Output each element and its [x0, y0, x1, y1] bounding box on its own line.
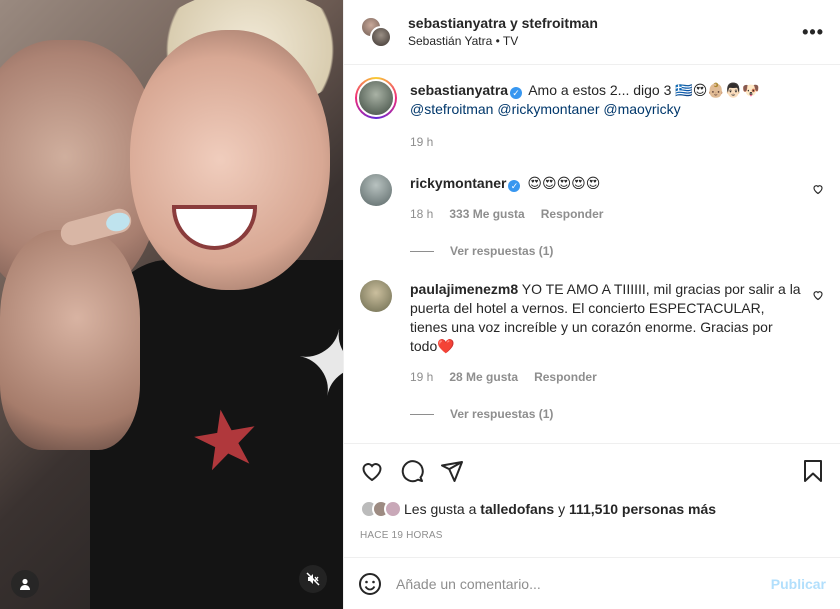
- likes-count[interactable]: 111,510 personas más: [569, 501, 716, 517]
- comment-meta: 18 h 333 Me gusta Responder: [410, 205, 802, 224]
- liker-avatars[interactable]: [360, 500, 402, 518]
- post-viewer: ✦ ★ sebastianyatra y stefroitman Sebasti…: [0, 0, 840, 609]
- mention-link[interactable]: @maoyricky: [603, 101, 680, 117]
- emoji-icon[interactable]: [358, 572, 382, 596]
- author-connector: y: [509, 15, 518, 31]
- heart-icon: [813, 291, 823, 301]
- comment-like-button[interactable]: [812, 182, 824, 198]
- post-timestamp[interactable]: HACE 19 HORAS: [360, 530, 824, 541]
- mute-icon: [306, 572, 320, 586]
- collab-avatars[interactable]: [360, 16, 392, 48]
- comment-body: paulajimenezm8 YO TE AMO A TIIIIII, mil …: [410, 280, 824, 387]
- publish-button[interactable]: Publicar: [771, 576, 826, 592]
- share-button[interactable]: [440, 459, 464, 483]
- username[interactable]: sebastianyatra: [410, 82, 508, 98]
- verified-icon: ✓: [508, 180, 521, 192]
- comment-likes[interactable]: 333 Me gusta: [449, 205, 524, 224]
- heart-icon: [813, 185, 823, 195]
- post-video[interactable]: ✦ ★: [0, 0, 343, 609]
- author-link[interactable]: sebastianyatra: [408, 15, 506, 31]
- post-authors: sebastianyatra y stefroitman: [408, 14, 802, 32]
- video-face-woman: [130, 30, 330, 290]
- comment-text: 😍😍😍😍😍: [527, 175, 601, 191]
- reply-button[interactable]: Responder: [534, 368, 597, 387]
- post-panel: sebastianyatra y stefroitman Sebastián Y…: [343, 0, 840, 609]
- avatar[interactable]: [355, 77, 397, 119]
- like-button[interactable]: [360, 459, 384, 483]
- caption-time[interactable]: 19 h: [410, 133, 433, 152]
- comment-input[interactable]: [396, 575, 771, 592]
- save-button[interactable]: [802, 459, 824, 483]
- liker-username[interactable]: talledofans: [480, 501, 554, 517]
- likes-summary: Les gusta a talledofans y 111,510 person…: [360, 500, 824, 518]
- comment-item: paulajimenezm8 YO TE AMO A TIIIIII, mil …: [360, 280, 824, 387]
- comment-likes[interactable]: 28 Me gusta: [449, 368, 518, 387]
- view-replies-button[interactable]: Ver respuestas (1): [410, 407, 824, 421]
- post-subtitle[interactable]: Sebastián Yatra • TV: [408, 32, 802, 50]
- heart-icon: [362, 463, 382, 482]
- comment-item: rickymontaner ✓ 😍😍😍😍😍 18 h 333 Me gusta R…: [360, 174, 824, 224]
- avatar[interactable]: [360, 280, 392, 312]
- video-star-red: ★: [182, 389, 269, 490]
- replies-divider: [410, 413, 434, 415]
- bookmark-icon: [804, 460, 822, 482]
- avatar: [370, 26, 392, 48]
- view-replies-button[interactable]: Ver respuestas (1): [410, 244, 824, 258]
- tagged-users-button[interactable]: [11, 570, 39, 598]
- author-link[interactable]: stefroitman: [522, 15, 598, 31]
- likes-prefix: Les gusta a: [404, 501, 477, 517]
- avatar[interactable]: [360, 174, 392, 206]
- view-replies-label: Ver respuestas (1): [450, 407, 554, 421]
- comments-section: sebastianyatra ✓ Amo a estos 2... digo 3 …: [344, 65, 840, 443]
- mention-link[interactable]: @stefroitman: [410, 101, 493, 117]
- post-actions: Les gusta a talledofans y 111,510 person…: [344, 443, 840, 557]
- caption-text: Amo a estos 2... digo 3 🇬🇷😍👶🏼👨🏻🐶: [528, 82, 760, 98]
- likes-connector: y: [558, 501, 566, 517]
- username[interactable]: paulajimenezm8: [410, 281, 518, 297]
- view-replies-label: Ver respuestas (1): [450, 244, 554, 258]
- username[interactable]: rickymontaner: [410, 175, 506, 191]
- caption-body: sebastianyatra ✓ Amo a estos 2... digo 3 …: [410, 81, 824, 152]
- post-header: sebastianyatra y stefroitman Sebastián Y…: [344, 0, 840, 65]
- comment-time[interactable]: 18 h: [410, 205, 433, 224]
- video-hand: [0, 230, 140, 450]
- comment-time[interactable]: 19 h: [410, 368, 433, 387]
- caption-meta: 19 h: [410, 133, 802, 152]
- share-icon: [441, 461, 463, 482]
- comment-composer: Publicar: [344, 557, 840, 609]
- comment-button[interactable]: [400, 459, 424, 483]
- caption: sebastianyatra ✓ Amo a estos 2... digo 3 …: [355, 77, 824, 152]
- avatar: [384, 500, 402, 518]
- replies-divider: [410, 250, 434, 252]
- user-tag-icon: [20, 578, 30, 590]
- verified-icon: ✓: [510, 87, 523, 99]
- mute-button[interactable]: [299, 565, 327, 593]
- action-icons: [360, 458, 824, 484]
- comment-icon: [401, 460, 424, 483]
- comment-meta: 19 h 28 Me gusta Responder: [410, 368, 802, 387]
- reply-button[interactable]: Responder: [541, 205, 604, 224]
- more-options-button[interactable]: •••: [802, 22, 824, 43]
- comment-body: rickymontaner ✓ 😍😍😍😍😍 18 h 333 Me gusta R…: [410, 174, 824, 224]
- post-header-text: sebastianyatra y stefroitman Sebastián Y…: [408, 14, 802, 50]
- mention-link[interactable]: @rickymontaner: [497, 101, 599, 117]
- comment-like-button[interactable]: [812, 288, 824, 304]
